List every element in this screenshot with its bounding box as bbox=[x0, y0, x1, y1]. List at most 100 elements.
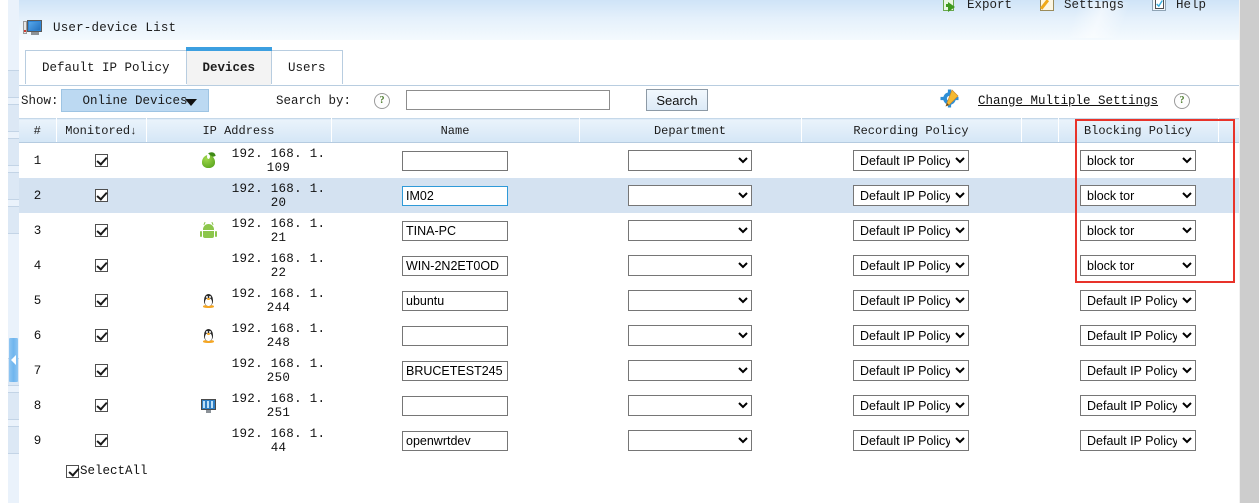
blocking-policy-select[interactable]: block tor bbox=[1080, 220, 1196, 241]
recording-policy-select[interactable]: Default IP Policy bbox=[853, 360, 969, 381]
cell-blocking-policy: block tor bbox=[1058, 178, 1218, 213]
ip-address-text: 192. 168. 1. 250 bbox=[231, 356, 326, 385]
cell-blocking-policy: block tor bbox=[1058, 248, 1218, 283]
monitored-checkbox[interactable] bbox=[94, 363, 108, 377]
recording-policy-select[interactable]: Default IP Policy bbox=[853, 290, 969, 311]
column-header-index[interactable]: # bbox=[19, 118, 57, 143]
table-row[interactable]: 1 192. 168. 1. 109 Default IP Policy block … bbox=[19, 143, 1240, 179]
tabs: Default IP Policy Devices Users bbox=[25, 47, 343, 85]
monitored-checkbox[interactable] bbox=[94, 153, 108, 167]
table-row[interactable]: 9 192. 168. 1. 44 Default IP Policy Default… bbox=[19, 423, 1240, 458]
search-input[interactable] bbox=[406, 90, 610, 110]
search-button[interactable]: Search bbox=[646, 89, 708, 111]
column-header-name[interactable]: Name bbox=[331, 118, 580, 143]
monitored-checkbox[interactable] bbox=[94, 188, 108, 202]
column-header-recording-policy[interactable]: Recording Policy bbox=[801, 118, 1022, 143]
ip-address-text: 192. 168. 1. 109 bbox=[231, 146, 326, 175]
recording-policy-select[interactable]: Default IP Policy bbox=[853, 430, 969, 451]
recording-policy-select[interactable]: Default IP Policy bbox=[853, 255, 969, 276]
cell-ip-address: 192. 168. 1. 44 bbox=[146, 423, 331, 458]
change-multiple-settings-help-icon[interactable]: ? bbox=[1174, 93, 1190, 109]
device-name-input[interactable] bbox=[402, 185, 508, 206]
cell-spacer bbox=[1021, 353, 1058, 388]
cell-index: 1 bbox=[33, 153, 42, 168]
recording-policy-select[interactable]: Default IP Policy bbox=[853, 150, 969, 171]
blocking-policy-select[interactable]: Default IP Policy bbox=[1080, 395, 1196, 416]
tab-default-ip-policy[interactable]: Default IP Policy bbox=[25, 50, 187, 84]
department-select[interactable] bbox=[628, 255, 752, 276]
settings-button[interactable]: Settings bbox=[1039, 0, 1124, 12]
device-name-input[interactable] bbox=[402, 325, 508, 346]
device-name-input[interactable] bbox=[402, 430, 508, 451]
blocking-policy-select[interactable]: Default IP Policy bbox=[1080, 325, 1196, 346]
tab-users[interactable]: Users bbox=[271, 50, 343, 84]
ip-address-text: 192. 168. 1. 248 bbox=[231, 321, 326, 350]
department-select[interactable] bbox=[628, 395, 752, 416]
search-help-icon[interactable]: ? bbox=[374, 93, 390, 109]
table-row[interactable]: 3 192. 168. 1. 21 Default IP Policy block t… bbox=[19, 213, 1240, 248]
department-select[interactable] bbox=[628, 325, 752, 346]
monitored-checkbox[interactable] bbox=[94, 223, 108, 237]
cell-spacer bbox=[1021, 318, 1058, 353]
blocking-policy-select[interactable]: Default IP Policy bbox=[1080, 430, 1196, 451]
device-name-input[interactable] bbox=[402, 255, 508, 276]
device-name-input[interactable] bbox=[402, 150, 508, 171]
blocking-policy-select[interactable]: Default IP Policy bbox=[1080, 360, 1196, 381]
table-row[interactable]: 6 192. 168. 1. 248 Default IP Policy Defaul… bbox=[19, 318, 1240, 353]
chevron-left-icon bbox=[11, 355, 16, 365]
monitored-checkbox[interactable] bbox=[94, 293, 108, 307]
monitored-checkbox[interactable] bbox=[94, 433, 108, 447]
blocking-policy-select[interactable]: Default IP Policy bbox=[1080, 290, 1196, 311]
filter-bar: Show: Online Devices Search by: ? Search bbox=[19, 86, 1240, 118]
device-name-input[interactable] bbox=[402, 395, 508, 416]
export-button[interactable]: Export bbox=[942, 0, 1012, 12]
rail-gutter bbox=[0, 0, 8, 503]
blocking-policy-select[interactable]: block tor bbox=[1080, 185, 1196, 206]
department-select[interactable] bbox=[628, 290, 752, 311]
department-select[interactable] bbox=[628, 360, 752, 381]
help-button[interactable]: Help bbox=[1151, 0, 1206, 12]
department-select[interactable] bbox=[628, 185, 752, 206]
cell-recording-policy: Default IP Policy bbox=[801, 353, 1021, 388]
cell-department bbox=[579, 353, 801, 388]
table-row[interactable]: 4 192. 168. 1. 22 Default IP Policy block t… bbox=[19, 248, 1240, 283]
recording-policy-select[interactable]: Default IP Policy bbox=[853, 325, 969, 346]
table-row[interactable]: 8 192. 168. 1. 251 Default IP Policy Defaul… bbox=[19, 388, 1240, 423]
device-name-input[interactable] bbox=[402, 220, 508, 241]
cell-recording-policy: Default IP Policy bbox=[801, 283, 1021, 318]
device-name-input[interactable] bbox=[402, 360, 508, 381]
cell-spacer bbox=[1021, 143, 1058, 179]
recording-policy-select[interactable]: Default IP Policy bbox=[853, 185, 969, 206]
monitored-checkbox[interactable] bbox=[94, 328, 108, 342]
cell-spacer bbox=[1021, 283, 1058, 318]
department-select[interactable] bbox=[628, 430, 752, 451]
recording-policy-select[interactable]: Default IP Policy bbox=[853, 220, 969, 241]
device-name-input[interactable] bbox=[402, 290, 508, 311]
select-all-row[interactable]: SelectAll bbox=[66, 464, 148, 478]
table-body: 1 192. 168. 1. 109 Default IP Policy block … bbox=[19, 143, 1240, 459]
monitored-checkbox[interactable] bbox=[94, 258, 108, 272]
show-filter-dropdown[interactable]: Online Devices bbox=[61, 89, 209, 112]
column-header-monitored[interactable]: Monitored↓ bbox=[56, 118, 147, 143]
page-scrollbar[interactable] bbox=[1239, 0, 1259, 503]
recording-policy-select[interactable]: Default IP Policy bbox=[853, 395, 969, 416]
department-select[interactable] bbox=[628, 220, 752, 241]
change-multiple-settings-link[interactable]: Change Multiple Settings bbox=[978, 94, 1158, 108]
select-all-checkbox[interactable] bbox=[66, 464, 79, 478]
cell-end-spacer bbox=[1218, 143, 1240, 179]
cell-blocking-policy: Default IP Policy bbox=[1058, 318, 1218, 353]
sidebar-collapse-handle[interactable] bbox=[9, 338, 18, 382]
table-row[interactable]: 5 192. 168. 1. 244 Default IP Policy Defaul… bbox=[19, 283, 1240, 318]
monitored-checkbox[interactable] bbox=[94, 398, 108, 412]
column-header-department[interactable]: Department bbox=[579, 118, 802, 143]
blocking-policy-select[interactable]: block tor bbox=[1080, 255, 1196, 276]
table-row[interactable]: 2 192. 168. 1. 20 Default IP Policy block t… bbox=[19, 178, 1240, 213]
column-header-blocking-policy[interactable]: Blocking Policy bbox=[1058, 118, 1219, 143]
cell-monitored bbox=[56, 318, 146, 353]
cell-monitored bbox=[56, 353, 146, 388]
department-select[interactable] bbox=[628, 150, 752, 171]
blocking-policy-select[interactable]: block tor bbox=[1080, 150, 1196, 171]
table-row[interactable]: 7 192. 168. 1. 250 Default IP Policy Defaul… bbox=[19, 353, 1240, 388]
tab-devices[interactable]: Devices bbox=[185, 47, 273, 85]
column-header-ip-address[interactable]: IP Address bbox=[146, 118, 332, 143]
